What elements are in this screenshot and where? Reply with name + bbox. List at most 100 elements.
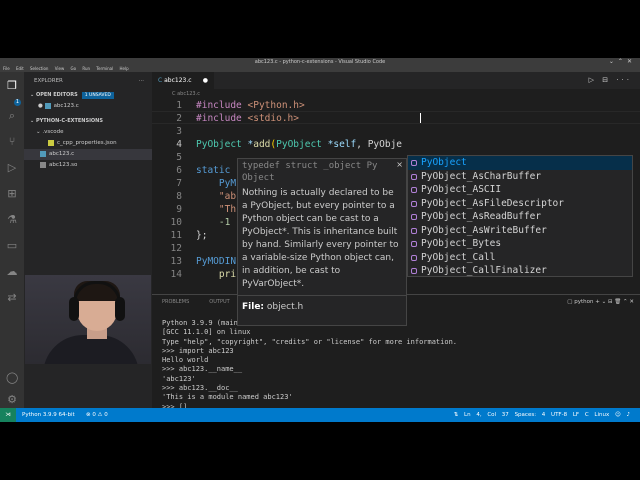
gear-icon[interactable]: ⚙ [6,394,18,406]
menu-selection[interactable]: Selection [30,66,48,71]
search-icon[interactable]: ⌕ [6,110,18,122]
menu-view[interactable]: View [55,66,65,71]
remote-explorer-icon[interactable]: ▭ [6,240,18,252]
terminal-controls[interactable]: ▢ python + ⌄ ⊟ 🗑 ⌃ ✕ [567,295,634,309]
menu-terminal[interactable]: Terminal [96,66,113,71]
tree-item-abc123-so[interactable]: abc123.so [24,160,152,171]
tab-dirty-indicator[interactable]: ● [203,72,208,89]
tree-item-abc123-c[interactable]: abc123.c [24,149,152,160]
menu-edit[interactable]: Edit [16,66,24,71]
binary-file-icon [40,161,46,168]
source-control-icon[interactable]: ⑂ [6,136,18,148]
function-icon [411,214,417,220]
code-line: 3 [152,125,640,138]
line-number: 13 [170,256,182,267]
terminal-line: >>> abc123.__name__ [162,365,243,374]
breadcrumb[interactable]: C abc123.c [152,89,640,99]
live-share-icon[interactable]: ⇄ [6,292,18,304]
line-number: 11 [170,230,182,241]
activity-bar: ❐ 1 ⌕ ⑂ ▷ ⊞ ⚗ ▭ ☁ ⇄ ◯ ⚙ [0,72,24,408]
tab-bar: C abc123.c ● ▷ ⊟ ··· [152,72,640,89]
unsaved-badge: 1 UNSAVED [81,92,114,99]
suggest-item[interactable]: PyObject_AsCharBuffer [408,170,632,184]
account-icon[interactable]: ◯ [6,372,18,384]
line-number: 14 [170,269,182,280]
tab-abc123-c[interactable]: C abc123.c ● [152,72,214,89]
suggest-item[interactable]: PyObject_CallFinalizer [408,264,632,276]
menu-file[interactable]: File [3,66,10,71]
language-mode[interactable]: C [585,412,589,418]
menu-run[interactable]: Run [82,66,90,71]
indentation[interactable]: Spaces: 4 [515,412,546,418]
line-number: 2 [176,113,182,124]
suggest-item[interactable]: PyObject_AsWriteBuffer [408,224,632,238]
menu-go[interactable]: Go [71,66,77,71]
suggest-label: PyObject_AsFileDescriptor [421,197,564,209]
explorer-icon[interactable]: ❐ [6,80,18,92]
python-interpreter[interactable]: Python 3.9.9 64-bit [22,408,75,422]
function-icon [411,200,417,207]
code-text: PyObject *add(PyObject *self, PyObje [196,139,403,150]
open-editor-item[interactable]: ● abc123.c [24,101,152,112]
folder-section[interactable]: ⌄ PYTHON-C-EXTENSIONS [24,116,152,127]
function-icon [411,187,417,193]
problems-count[interactable]: ⊗ 0 ⚠ 0 [86,408,108,422]
tab-output[interactable]: OUTPUT [209,299,229,305]
suggest-item[interactable]: PyObject_Call [408,251,632,265]
code-text: PyM [218,178,237,189]
platform[interactable]: Linux [594,412,609,418]
code-text: "ab [218,191,237,202]
suggest-item[interactable]: PyObject [408,156,632,170]
suggest-item[interactable]: PyObject_ASCII [408,183,632,197]
suggest-item[interactable]: PyObject_AsFileDescriptor [408,197,632,211]
line-number: 10 [170,217,182,228]
code-text: "Th [218,204,237,215]
code-text: }; [196,230,208,241]
suggest-item[interactable]: PyObject_AsReadBuffer [408,210,632,224]
headphone-left [69,297,79,321]
tree-item-label: abc123.so [49,162,78,168]
feedback-icon[interactable]: ☺ [615,412,621,418]
suggest-item[interactable]: PyObject_Bytes [408,237,632,251]
flask-icon[interactable]: ⚗ [6,214,18,226]
line-number: 6 [176,165,182,176]
code-text: #include <Python.h> [196,100,305,111]
line-ending[interactable]: LF [573,412,579,418]
tree-item-json[interactable]: c_cpp_properties.json [24,138,152,149]
hover-signature: typedef struct _object Py Object [242,161,378,183]
close-icon[interactable]: × [396,160,403,169]
menu-help[interactable]: Help [119,66,128,71]
open-editors-label: OPEN EDITORS [35,92,78,98]
encoding[interactable]: UTF-8 [551,412,567,418]
line-number: 1 [176,100,182,111]
run-debug-icon[interactable]: ▷ [6,162,18,174]
bell-icon[interactable]: ♪ [626,412,630,418]
remote-icon[interactable]: ⋊ [0,408,16,422]
code-line: 1 #include <Python.h> [152,99,640,112]
terminal-output[interactable]: Python 3.9.9 (main, ... [GCC 11.1.0] on … [162,319,457,412]
function-icon [411,173,417,180]
suggest-label: PyObject_AsCharBuffer [421,170,542,182]
status-bar: ⋊ Python 3.9.9 64-bit ⊗ 0 ⚠ 0 ⇅ Ln 4, Co… [0,408,640,422]
editor-actions[interactable]: ▷ ⊟ ··· [589,72,632,89]
tree-item-label: .vscode [42,129,64,135]
extensions-icon[interactable]: ⊞ [6,188,18,200]
terminal-name[interactable]: python [574,299,593,305]
tab-problems[interactable]: PROBLEMS [162,299,189,305]
code-text: pri [218,269,237,280]
explorer-title: EXPLORER [34,78,63,84]
folder-label: PYTHON-C-EXTENSIONS [35,118,103,124]
terminal-line: 'abc123' [162,374,196,383]
text-cursor [420,113,421,123]
code-text: static [196,165,231,176]
suggest-label: PyObject [421,157,467,168]
sync-icon[interactable]: ⇅ [454,412,459,418]
more-actions-icon[interactable]: ··· [139,72,144,90]
cursor-position[interactable]: Ln 4, Col 37 [464,412,509,418]
window-controls[interactable]: ⌄⌃✕ [609,58,636,66]
docker-icon[interactable]: ☁ [6,266,18,278]
open-editors-section[interactable]: ⌄ OPEN EDITORS 1 UNSAVED [24,90,152,101]
terminal-line: Type "help", "copyright", "credits" or "… [162,337,458,346]
tree-item-vscode[interactable]: ⌄ .vscode [24,127,152,138]
webcam-overlay [25,275,151,364]
